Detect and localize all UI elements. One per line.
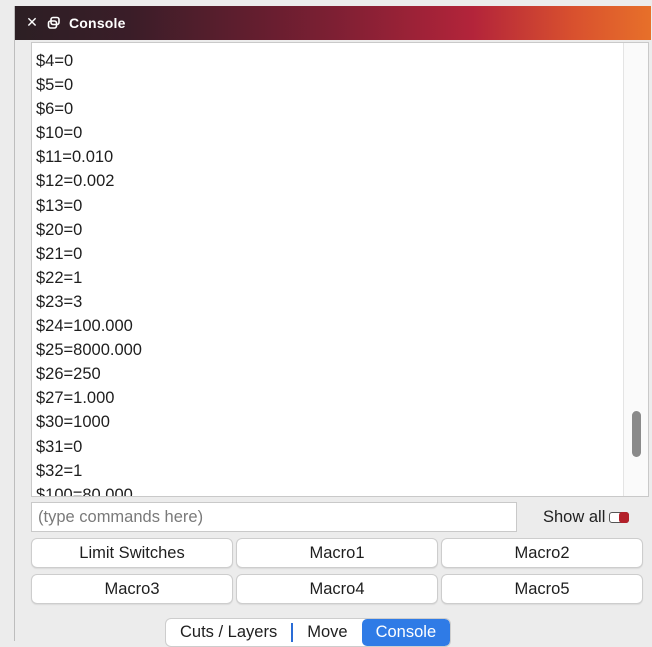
tab-console[interactable]: Console <box>361 619 451 646</box>
show-all-control[interactable]: Show all <box>543 502 630 532</box>
console-line: $30=1000 <box>36 413 110 432</box>
console-line: $5=0 <box>36 76 74 95</box>
scrollbar-thumb[interactable] <box>632 411 641 457</box>
console-line: $20=0 <box>36 220 83 239</box>
console-line: $26=250 <box>36 365 101 384</box>
vertical-scrollbar[interactable] <box>623 43 648 496</box>
command-input[interactable] <box>31 502 517 532</box>
console-line: $23=3 <box>36 292 83 311</box>
close-icon[interactable]: ✕ <box>25 16 39 30</box>
show-all-toggle[interactable] <box>609 511 630 523</box>
console-line: $4=0 <box>36 52 74 70</box>
restore-icon[interactable] <box>47 16 61 30</box>
console-line: $12=0.002 <box>36 172 115 191</box>
console-line: $21=0 <box>36 244 83 263</box>
panel-tabs: Cuts / Layers Move Console <box>165 618 452 647</box>
window-title: Console <box>69 15 126 31</box>
tab-move[interactable]: Move <box>293 619 361 646</box>
console-line: $13=0 <box>36 196 83 215</box>
console-line: $24=100.000 <box>36 317 133 336</box>
console-line: $11=0.010 <box>36 148 114 167</box>
macro2-button[interactable]: Macro2 <box>441 538 643 568</box>
console-window: ✕ Console $4=0 $5=0 $6=0 $10=0 $11=0.010… <box>14 6 651 647</box>
console-line: $32=1 <box>36 461 83 480</box>
console-line: $100=80.000 <box>36 485 133 497</box>
macro4-button[interactable]: Macro4 <box>236 574 438 604</box>
macro1-button[interactable]: Macro1 <box>236 538 438 568</box>
console-line: $27=1.000 <box>36 389 115 408</box>
command-row: Show all <box>31 502 651 532</box>
console-line: $10=0 <box>36 124 83 143</box>
macro5-button[interactable]: Macro5 <box>441 574 643 604</box>
show-all-label: Show all <box>543 507 606 526</box>
tab-cuts-layers[interactable]: Cuts / Layers <box>166 619 291 646</box>
console-line: $6=0 <box>36 100 74 119</box>
console-output[interactable]: $4=0 $5=0 $6=0 $10=0 $11=0.010 $12=0.002… <box>31 42 649 497</box>
console-line: $25=8000.000 <box>36 341 142 360</box>
macro3-button[interactable]: Macro3 <box>31 574 233 604</box>
title-bar[interactable]: ✕ Console <box>15 6 651 40</box>
console-lines: $4=0 $5=0 $6=0 $10=0 $11=0.010 $12=0.002… <box>36 49 142 497</box>
console-line: $22=1 <box>36 268 83 287</box>
console-line: $31=0 <box>36 437 83 456</box>
limit-switches-button[interactable]: Limit Switches <box>31 538 233 568</box>
toggle-knob <box>619 511 630 523</box>
